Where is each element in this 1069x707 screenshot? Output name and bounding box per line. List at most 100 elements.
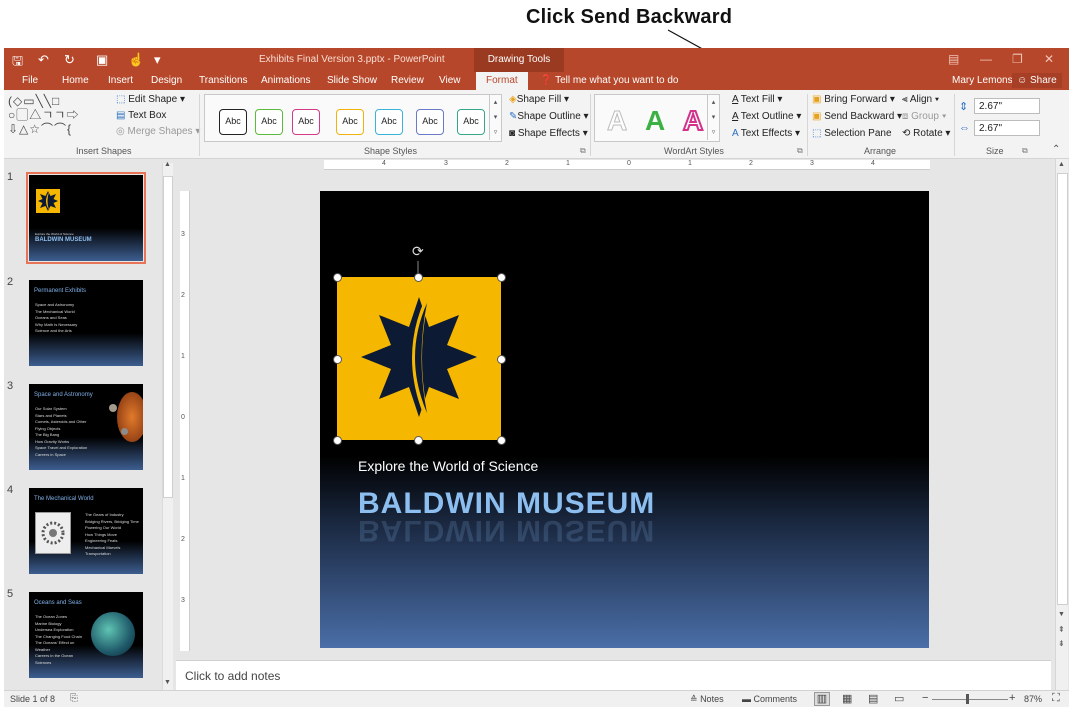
send-backward-button[interactable]: ▣ Send Backward ▾ xyxy=(812,111,902,122)
customize-toolbar-icon[interactable]: ▾ xyxy=(154,52,161,68)
tab-insert[interactable]: Insert xyxy=(108,75,133,86)
text-fill-button[interactable]: A Text Fill ▾ xyxy=(732,94,782,105)
tell-me-search[interactable]: ❓ Tell me what you want to do xyxy=(540,75,678,86)
dialog-launcher-icon[interactable]: ⧉ xyxy=(797,146,803,156)
ribbon-display-icon[interactable]: ▤ xyxy=(948,52,959,66)
tab-animations[interactable]: Animations xyxy=(261,75,310,86)
next-slide-icon[interactable]: ⇟ xyxy=(1058,639,1065,648)
zoom-out-icon[interactable]: − xyxy=(922,692,928,704)
dialog-launcher-icon[interactable]: ⧉ xyxy=(1022,146,1028,156)
scroll-down-icon[interactable]: ▼ xyxy=(164,679,171,686)
shape-style-swatch[interactable]: Abc xyxy=(336,109,364,135)
scroll-up-icon[interactable]: ▲ xyxy=(164,161,171,168)
notes-pane[interactable]: Click to add notes xyxy=(176,660,1051,691)
gallery-scroll[interactable]: ▴ ▾ ▿ xyxy=(707,95,719,140)
user-name[interactable]: Mary Lemons xyxy=(952,75,1013,86)
dialog-launcher-icon[interactable]: ⧉ xyxy=(580,146,586,156)
resize-handle[interactable] xyxy=(333,355,342,364)
resize-handle[interactable] xyxy=(333,273,342,282)
comments-button[interactable]: ▬ Comments xyxy=(742,694,797,704)
resize-handle[interactable] xyxy=(414,436,423,445)
gallery-scroll[interactable]: ▴ ▾ ▿ xyxy=(489,95,501,140)
slide-thumbnail-1[interactable]: Explore the World of Science BALDWIN MUS… xyxy=(26,172,146,264)
shape-outline-button[interactable]: ✎Shape Outline ▾ xyxy=(509,111,589,122)
zoom-level[interactable]: 87% xyxy=(1024,694,1042,704)
notes-button[interactable]: ≙ Notes xyxy=(690,694,724,705)
text-box-button[interactable]: ▤ Text Box xyxy=(116,110,166,121)
bring-forward-button[interactable]: ▣ Bring Forward ▾ xyxy=(812,94,895,105)
text-outline-button[interactable]: A Text Outline ▾ xyxy=(732,111,801,122)
rotate-handle-icon[interactable]: ⟳ xyxy=(412,243,424,260)
resize-handle[interactable] xyxy=(497,436,506,445)
scroll-down-icon[interactable]: ▼ xyxy=(1058,611,1065,618)
shape-style-swatch[interactable]: Abc xyxy=(416,109,444,135)
slide-scroll-thumb[interactable] xyxy=(1057,173,1068,605)
save-icon[interactable]: 🖫 xyxy=(12,52,23,74)
rotate-icon: ⟲ xyxy=(902,128,911,139)
align-button[interactable]: ⫷ Align ▾ xyxy=(902,94,939,105)
wordart-style-outline[interactable]: A xyxy=(606,105,627,137)
slide-subtitle[interactable]: Explore the World of Science xyxy=(358,458,538,474)
start-from-beginning-icon[interactable]: ▣ xyxy=(96,52,108,68)
text-fill-icon: A xyxy=(732,94,739,105)
shape-style-swatch[interactable]: Abc xyxy=(375,109,403,135)
resize-handle[interactable] xyxy=(414,273,423,282)
slide-sorter-icon[interactable]: ▦ xyxy=(842,692,852,705)
scroll-up-icon[interactable]: ▲ xyxy=(1058,161,1065,168)
minimize-icon[interactable]: — xyxy=(980,52,992,66)
slide-show-icon[interactable]: ▭ xyxy=(894,692,904,705)
normal-view-icon[interactable]: ▥ xyxy=(814,692,830,706)
slide-thumbnail-3[interactable]: Space and Astronomy Our Solar System Star… xyxy=(29,384,143,470)
thumbnail-title: Oceans and Seas xyxy=(34,600,82,606)
close-icon[interactable]: ✕ xyxy=(1044,52,1054,66)
slide-thumbnail-2[interactable]: Permanent Exhibits Space and Astronomy Th… xyxy=(29,280,143,366)
redo-icon[interactable]: ↻ xyxy=(64,52,75,68)
shape-fill-button[interactable]: ◈Shape Fill ▾ xyxy=(509,94,569,105)
tab-transitions[interactable]: Transitions xyxy=(199,75,248,86)
zoom-slider-thumb[interactable] xyxy=(966,694,969,704)
previous-slide-icon[interactable]: ⇞ xyxy=(1058,625,1065,634)
shape-height-field[interactable]: 2.67" xyxy=(974,98,1040,114)
share-button[interactable]: ☺ Share xyxy=(1012,73,1062,88)
merge-shapes-button[interactable]: ◎ Merge Shapes ▾ xyxy=(116,126,200,137)
tab-home[interactable]: Home xyxy=(62,75,89,86)
group-button[interactable]: ⧈ Group ▾ xyxy=(902,111,947,122)
shape-style-swatch[interactable]: Abc xyxy=(292,109,320,135)
restore-icon[interactable]: ❐ xyxy=(1012,52,1023,66)
undo-icon[interactable]: ↶ xyxy=(38,52,49,68)
shapes-gallery[interactable]: (◇▭╲╲□ ○▢△ㄱㄱ⇨ ⇩△☆⌒⌒{ xyxy=(8,94,112,140)
resize-handle[interactable] xyxy=(497,355,506,364)
edit-shape-button[interactable]: ⬚ Edit Shape ▾ xyxy=(116,94,185,105)
reading-view-icon[interactable]: ▤ xyxy=(868,692,878,705)
shape-style-swatch[interactable]: Abc xyxy=(255,109,283,135)
spell-check-icon[interactable]: ⎘ xyxy=(70,693,78,704)
text-effects-button[interactable]: A Text Effects ▾ xyxy=(732,128,800,139)
shape-style-swatch[interactable]: Abc xyxy=(219,109,247,135)
thumbnail-scroll-thumb[interactable] xyxy=(163,176,173,498)
slide-thumbnail-4[interactable]: The Mechanical World The Gears of Indust… xyxy=(29,488,143,574)
touch-mode-icon[interactable]: ☝ xyxy=(128,52,144,68)
zoom-in-icon[interactable]: + xyxy=(1009,692,1015,704)
shape-style-swatch[interactable]: Abc xyxy=(457,109,485,135)
slide-thumbnail-5[interactable]: Oceans and Seas The Ocean Zones Marine Bi… xyxy=(29,592,143,678)
fit-to-window-icon[interactable]: ⛶ xyxy=(1052,692,1060,705)
tab-view[interactable]: View xyxy=(439,75,461,86)
shape-width-field[interactable]: 2.67" xyxy=(974,120,1040,136)
collapse-ribbon-icon[interactable]: ⌃ xyxy=(1052,144,1060,155)
wordart-style-green[interactable]: A xyxy=(645,105,665,137)
shape-effects-button[interactable]: ◙ Shape Effects ▾ xyxy=(509,128,588,139)
tab-design[interactable]: Design xyxy=(151,75,182,86)
tab-file[interactable]: File xyxy=(22,75,38,86)
slide-scrollbar[interactable]: ▲ ▼ ⇞ ⇟ xyxy=(1055,159,1068,690)
rotate-button[interactable]: ⟲ Rotate ▾ xyxy=(902,128,950,139)
current-slide[interactable]: ⟳ Explore the World of Science BALDWIN M… xyxy=(320,191,929,648)
zoom-slider[interactable] xyxy=(932,699,1008,700)
resize-handle[interactable] xyxy=(497,273,506,282)
group-icon: ⧈ xyxy=(902,111,909,122)
tab-review[interactable]: Review xyxy=(391,75,424,86)
tab-format[interactable]: Format xyxy=(476,72,528,90)
selection-pane-button[interactable]: ⬚ Selection Pane xyxy=(812,128,892,139)
wordart-style-pink[interactable]: A xyxy=(682,104,704,137)
resize-handle[interactable] xyxy=(333,436,342,445)
tab-slide-show[interactable]: Slide Show xyxy=(327,75,377,86)
